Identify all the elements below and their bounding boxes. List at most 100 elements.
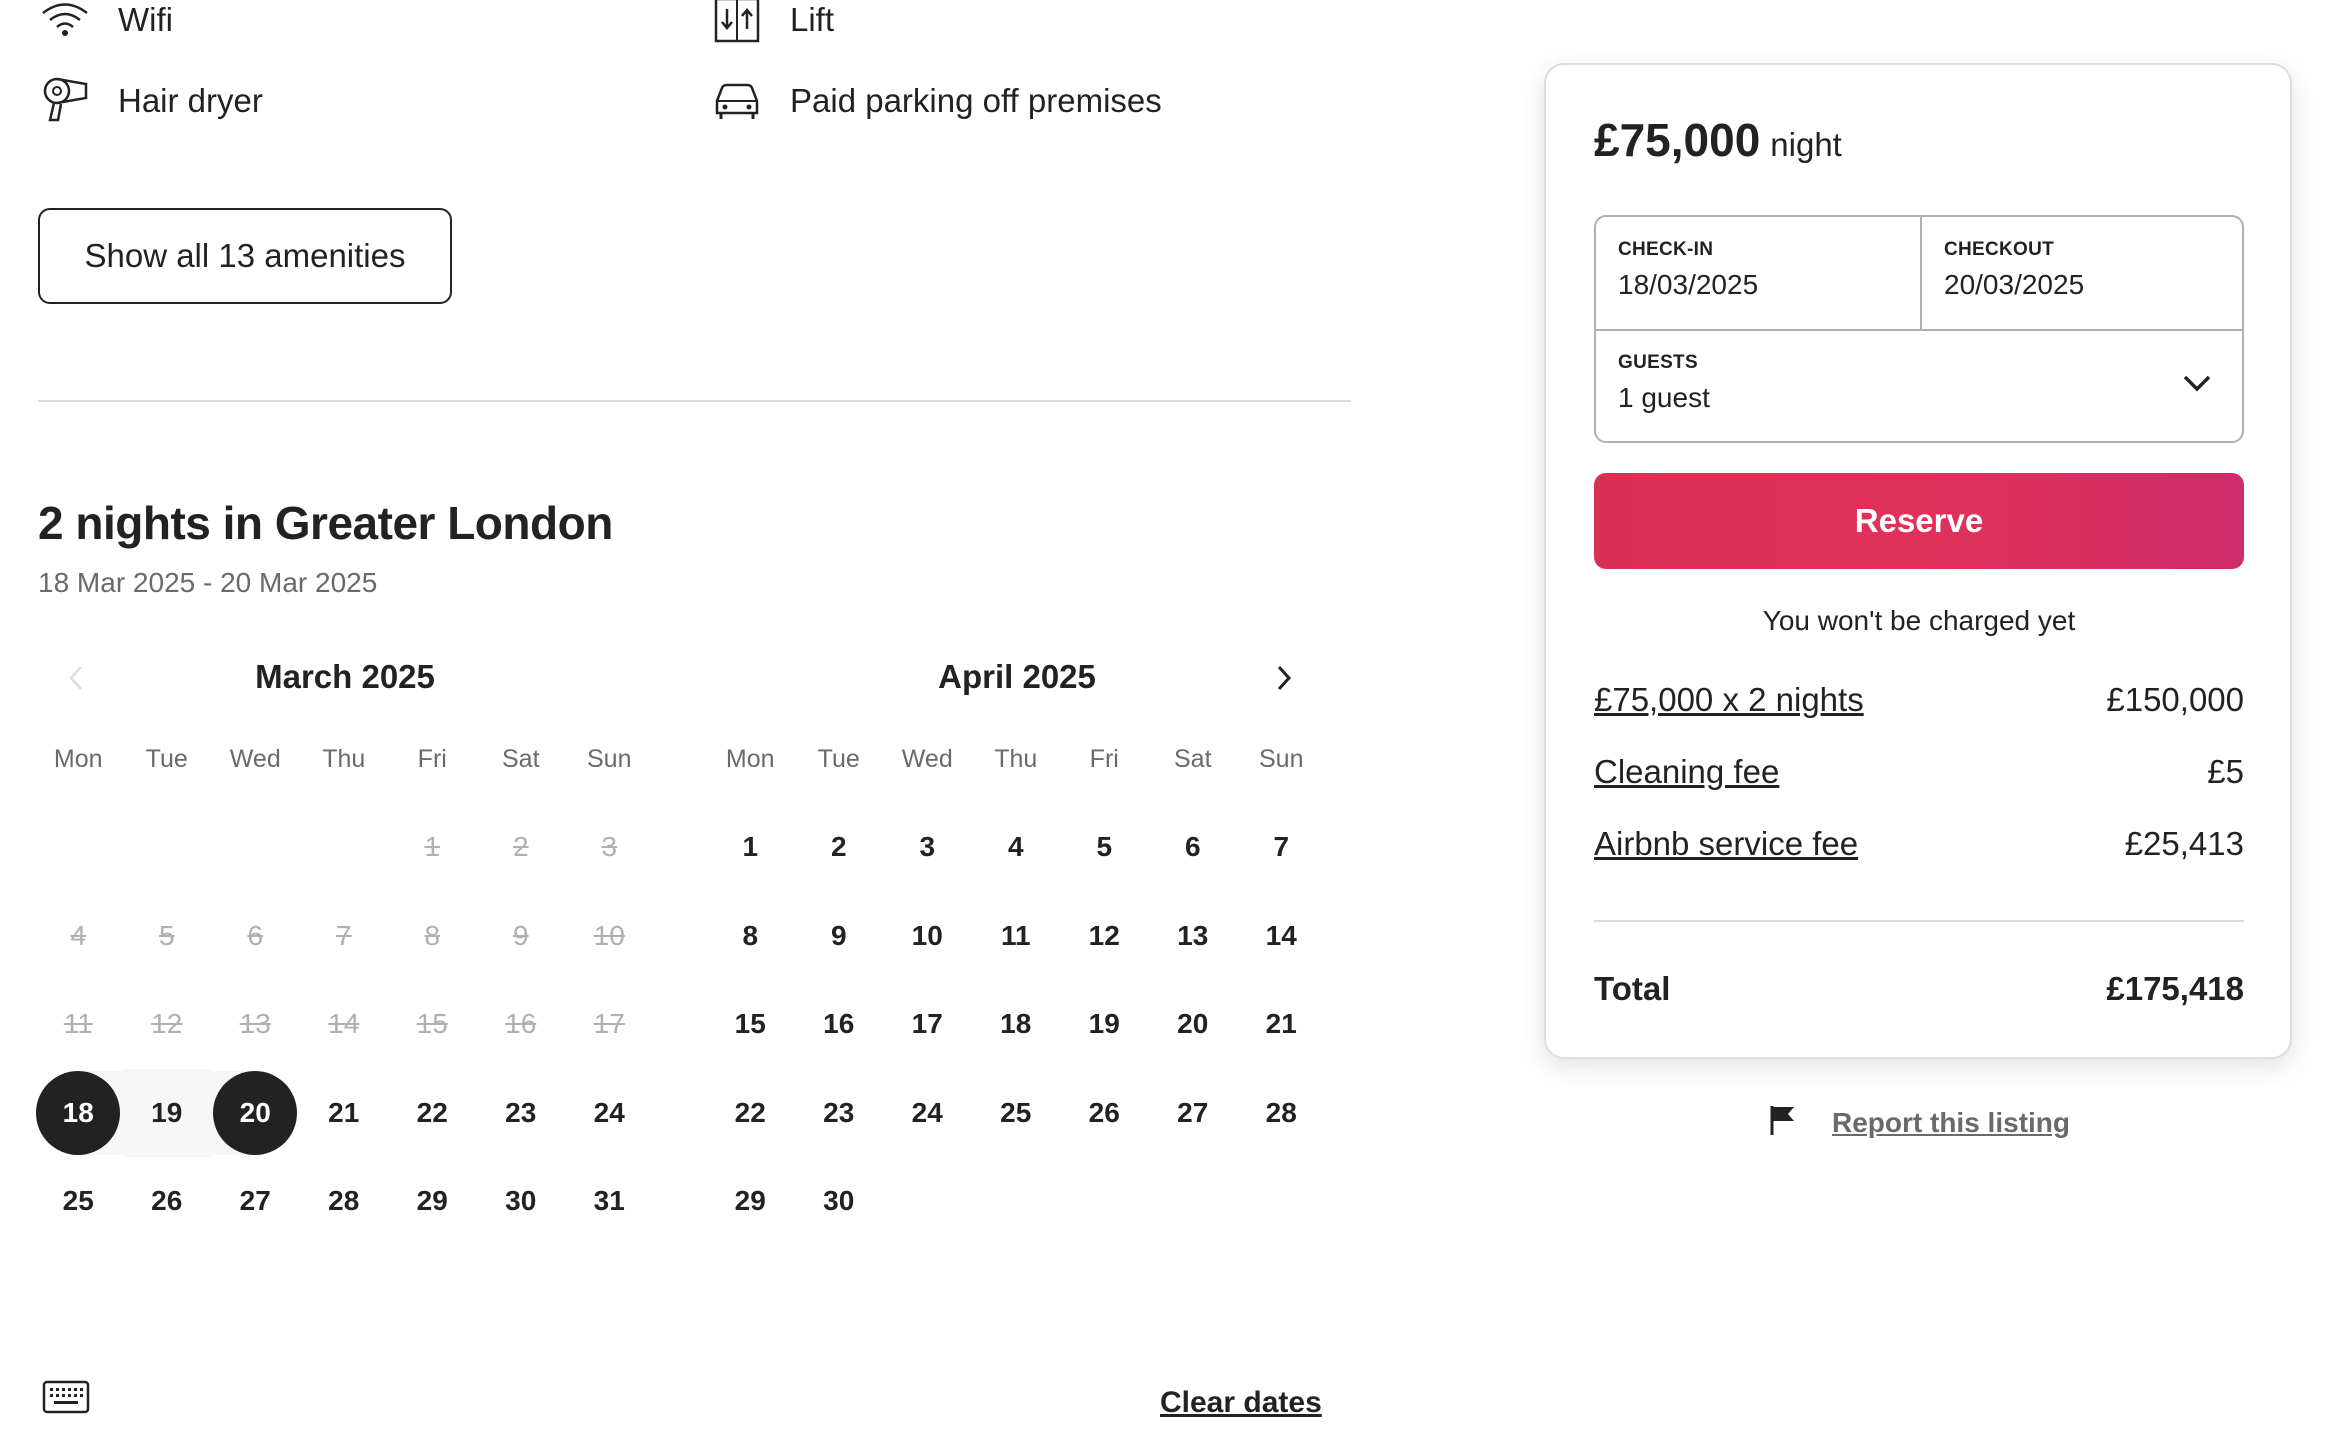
- calendar-day[interactable]: 29: [388, 1157, 477, 1246]
- calendar-day[interactable]: 21: [300, 1069, 389, 1158]
- calendar-day: 6: [247, 919, 264, 951]
- calendar-day: 12: [151, 1008, 183, 1040]
- clear-dates-button[interactable]: Clear dates: [1160, 1386, 1322, 1420]
- calendar-day[interactable]: 26: [1060, 1069, 1149, 1158]
- line-label[interactable]: Cleaning fee: [1594, 753, 1779, 791]
- amenity-label: Wifi: [118, 1, 173, 38]
- checkout-value: 20/03/2025: [1944, 269, 2085, 300]
- calendar-day[interactable]: 5: [1060, 803, 1149, 892]
- calendar-day[interactable]: 18: [972, 980, 1061, 1069]
- calendar-day[interactable]: 31: [565, 1157, 654, 1246]
- calendar-day[interactable]: 17: [883, 980, 972, 1069]
- calendar-day[interactable]: 15: [706, 980, 795, 1069]
- calendar-day[interactable]: 26: [123, 1157, 212, 1246]
- line-value: £5: [2207, 753, 2244, 790]
- calendar-day[interactable]: 28: [1237, 1069, 1326, 1158]
- total-value: £175,418: [2106, 970, 2244, 1007]
- calendar-day[interactable]: 12: [1060, 892, 1149, 981]
- calendar-day: 9: [512, 919, 529, 951]
- checkin-label: CHECK-IN: [1618, 239, 1714, 260]
- wifi-icon: [38, 0, 92, 47]
- calendar-day[interactable]: 9: [795, 892, 884, 981]
- weekday-label: Mon: [725, 745, 775, 773]
- calendar-day[interactable]: 18: [34, 1069, 123, 1158]
- report-listing-link[interactable]: Report this listing: [1832, 1107, 2070, 1139]
- calendar-day[interactable]: 7: [1237, 803, 1326, 892]
- calendar-day[interactable]: 30: [477, 1157, 566, 1246]
- calendar-day[interactable]: 23: [477, 1069, 566, 1158]
- calendar-day[interactable]: 8: [706, 892, 795, 981]
- checkout-field[interactable]: CHECKOUT 20/03/2025: [1944, 239, 2234, 301]
- calendar-blank: [300, 803, 389, 892]
- calendar-day[interactable]: 29: [706, 1157, 795, 1246]
- month-title: April 2025: [938, 658, 1096, 695]
- calendar-day[interactable]: 19: [122, 1068, 211, 1157]
- calendar-day: 7: [335, 919, 352, 951]
- calendar-day[interactable]: 25: [34, 1157, 123, 1246]
- calendar-day[interactable]: 16: [795, 980, 884, 1069]
- checkin-field[interactable]: CHECK-IN 18/03/2025: [1618, 239, 1908, 301]
- calendar-day[interactable]: 10: [883, 892, 972, 981]
- calendar-day[interactable]: 1: [706, 803, 795, 892]
- amenity-lift: Lift: [710, 0, 834, 50]
- guests-label: GUESTS: [1618, 352, 1698, 373]
- keyboard-shortcuts-button[interactable]: [42, 1380, 90, 1419]
- calendar-day[interactable]: 27: [211, 1157, 300, 1246]
- calendar-day[interactable]: 3: [883, 803, 972, 892]
- hair-dryer-icon: [38, 74, 92, 128]
- weekday-label: Tue: [145, 745, 188, 773]
- show-all-amenities-button[interactable]: Show all 13 amenities: [38, 208, 452, 304]
- line-value: £25,413: [2124, 825, 2244, 862]
- calendar-day: 10: [593, 919, 625, 951]
- calendar-day[interactable]: 28: [300, 1157, 389, 1246]
- calendar-day: 2: [512, 831, 529, 863]
- calendar-day[interactable]: 13: [1149, 892, 1238, 981]
- weekday-label: Sat: [1173, 745, 1212, 773]
- weekday-label: Tue: [817, 745, 860, 773]
- calendar-day[interactable]: 25: [972, 1069, 1061, 1158]
- weekday-label: Fri: [1089, 745, 1119, 773]
- reserve-button[interactable]: Reserve: [1594, 473, 2244, 569]
- calendar-day[interactable]: 6: [1149, 803, 1238, 892]
- guests-field[interactable]: GUESTS 1 guest: [1618, 352, 2218, 414]
- calendar-day[interactable]: 19: [1060, 980, 1149, 1069]
- date-guest-picker: CHECK-IN 18/03/2025 CHECKOUT 20/03/2025 …: [1594, 215, 2244, 443]
- calendar-day[interactable]: 2: [795, 803, 884, 892]
- calendar-day[interactable]: 22: [706, 1069, 795, 1158]
- calendar-day: 17: [593, 1008, 625, 1040]
- line-label[interactable]: Airbnb service fee: [1594, 825, 1858, 863]
- calendar-day[interactable]: 4: [972, 803, 1061, 892]
- calendar-day[interactable]: 21: [1237, 980, 1326, 1069]
- calendar-blank: [123, 803, 212, 892]
- chevron-down-icon[interactable]: [2182, 373, 2212, 398]
- weekday-label: Wed: [901, 745, 953, 773]
- calendar-day[interactable]: 20: [1149, 980, 1238, 1069]
- car-icon: [710, 74, 764, 128]
- guests-value: 1 guest: [1618, 382, 1710, 413]
- stay-dates: 18 Mar 2025 - 20 Mar 2025: [38, 567, 378, 598]
- calendar-day[interactable]: 24: [883, 1069, 972, 1158]
- nightly-price: £75,000 night: [1594, 113, 1842, 167]
- calendar-day[interactable]: 27: [1149, 1069, 1238, 1158]
- calendar-day[interactable]: 24: [565, 1069, 654, 1158]
- weekday-label: Sun: [1259, 745, 1304, 773]
- calendar-day[interactable]: 30: [795, 1157, 884, 1246]
- weekday-label: Fri: [417, 745, 447, 773]
- month-title: March 2025: [255, 658, 435, 695]
- calendar-day: 11: [63, 1008, 93, 1040]
- weekday-label: Wed: [229, 745, 281, 773]
- price-unit: night: [1770, 126, 1842, 163]
- calendar-blank: [211, 803, 300, 892]
- price-line-nights: £75,000 x 2 nights £150,000: [1594, 681, 2244, 719]
- calendar-day: 13: [239, 1008, 271, 1040]
- line-label[interactable]: £75,000 x 2 nights: [1594, 681, 1864, 719]
- calendar-day[interactable]: 20: [211, 1069, 300, 1158]
- flag-icon: [1768, 1104, 1798, 1141]
- amenity-label: Lift: [790, 1, 835, 38]
- checkout-label: CHECKOUT: [1944, 239, 2055, 260]
- calendar-day: 15: [416, 1008, 448, 1040]
- calendar-day[interactable]: 23: [795, 1069, 884, 1158]
- calendar-day[interactable]: 22: [388, 1069, 477, 1158]
- calendar-day[interactable]: 14: [1237, 892, 1326, 981]
- calendar-day[interactable]: 11: [972, 892, 1061, 981]
